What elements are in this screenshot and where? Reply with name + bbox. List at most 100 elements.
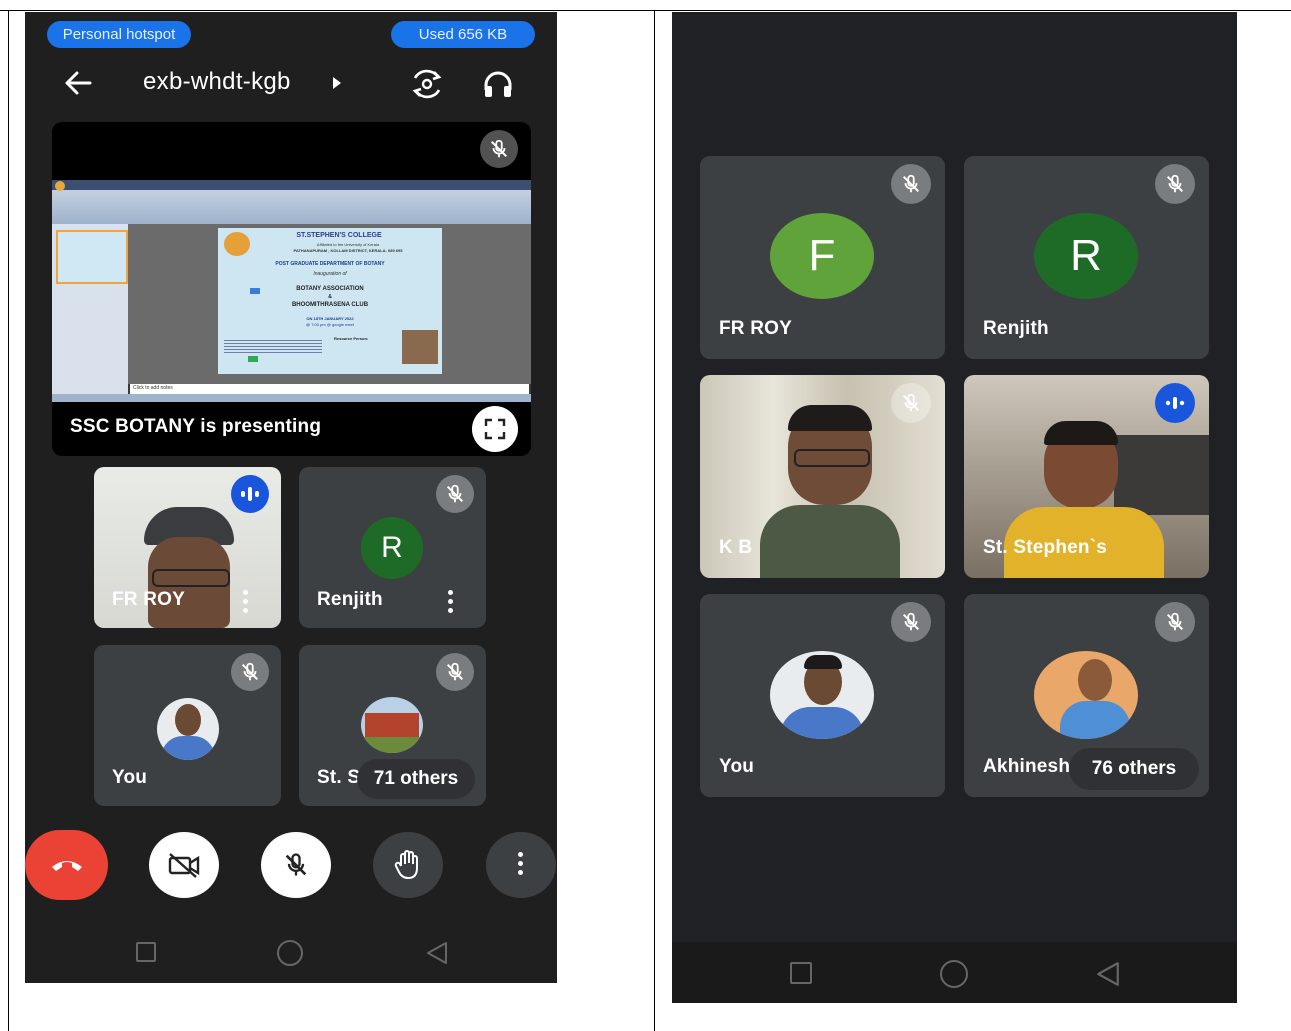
avatar-shirt [161,736,215,760]
switch-camera-icon[interactable] [410,68,444,100]
more-vert-icon[interactable] [448,590,454,617]
slide: ST.STEPHEN'S COLLEGE Affiliated to the U… [218,228,442,374]
nav-back-icon[interactable] [425,941,449,965]
glasses-shape [794,449,870,467]
notes-pane: Click to add notes [130,384,529,394]
play-triangle-icon[interactable] [332,76,342,90]
nav-square-icon[interactable] [790,962,812,984]
others-count-button[interactable]: 76 others [1069,748,1199,790]
glasses-shape [152,569,230,587]
participant-tile-st-stephens[interactable]: St. Stephen's 71 others [299,645,486,806]
mic-off-icon [891,383,931,423]
camera-toggle-button[interactable] [149,832,219,898]
mic-off-icon [891,164,931,204]
participant-tile-fr-roy[interactable]: F FR ROY [700,156,945,359]
slide-affiliation: Affiliated to the University of Kerala [316,242,380,247]
kb-video [760,405,900,578]
video-off-icon [168,853,200,878]
mic-off-icon [231,653,269,691]
ribbon-tabs [52,180,531,190]
avatar-hair [804,655,842,669]
slide-thumbnail [56,230,128,284]
more-vert-icon[interactable] [243,590,249,617]
avatar: R [361,517,423,579]
mic-off-icon [1155,164,1195,204]
fullscreen-button[interactable] [472,406,518,452]
office-button [55,181,65,191]
more-vert-icon [518,851,524,879]
back-arrow-icon[interactable] [63,70,93,96]
presentation-tile[interactable]: ST.STEPHEN'S COLLEGE Affiliated to the U… [52,122,531,456]
nav-square-icon[interactable] [136,942,156,962]
left-phone-screen: Personal hotspot Used 656 KB exb-whdt-kg… [25,12,557,983]
hair-shape [788,405,872,431]
end-call-button[interactable] [25,830,108,900]
participant-tile-kb[interactable]: K B [700,375,945,578]
participant-name: FR ROY [112,589,185,610]
raise-hand-button[interactable] [373,832,443,898]
participant-name: Akhinesh [983,756,1071,777]
end-call-icon [51,861,82,871]
participant-name: FR ROY [719,318,792,339]
participant-tile-renjith[interactable]: R Renjith [964,156,1209,359]
slide-club: BHOOMITHRASENA CLUB [291,302,369,308]
slide-address: PATHANAPURAM , KOLLAM DISTRICT, KERALA- … [293,248,403,253]
participant-name: You [719,756,755,777]
slide-date: ON 18TH JANUARY 2022 [306,316,354,321]
presenting-label: SSC BOTANY is presenting [70,416,322,437]
raise-hand-icon [394,850,418,879]
slide-inauguration: Inauguration of [313,271,347,277]
avatar: R [1034,213,1138,299]
speaking-indicator-icon [1155,383,1195,423]
mic-off-icon [436,653,474,691]
participant-tile-st-stephens[interactable]: St. Stephen`s [964,375,1209,578]
avatar-shirt [1060,701,1130,739]
avatar [157,698,219,760]
avatar [770,651,874,739]
slide-time: @ 7:00 pm @ google meet [306,322,354,327]
hair-shape [1044,421,1118,445]
more-options-button[interactable] [486,832,556,898]
nav-circle-icon[interactable] [277,940,303,966]
nav-back-icon[interactable] [1095,961,1121,987]
nav-circle-icon[interactable] [940,960,968,988]
participant-name: K B [719,537,753,558]
frame-divider [654,10,655,1031]
mic-toggle-button[interactable] [261,832,331,898]
avatar-head [1078,659,1112,701]
hotspot-pill[interactable]: Personal hotspot [47,21,191,48]
mic-off-icon [1155,602,1195,642]
meeting-code[interactable]: exb-whdt-kgb [143,68,291,96]
participant-tile-you[interactable]: You [700,594,945,797]
others-count-button[interactable]: 71 others [357,759,475,799]
fullscreen-icon [484,418,506,440]
participant-tile-fr-roy[interactable]: FR ROY [94,467,281,628]
participant-name: Renjith [983,318,1049,339]
mic-off-icon [891,602,931,642]
resource-photo [402,330,438,364]
data-used-label: Used 656 KB [418,26,508,43]
participant-tile-you[interactable]: You [94,645,281,806]
slide-department: POST GRADUATE DEPARTMENT OF BOTANY [275,261,385,267]
mic-off-icon [480,130,518,168]
avatar-head [175,704,201,736]
speaking-indicator-icon [231,475,269,513]
frame-border-left [8,10,9,1031]
hotspot-label: Personal hotspot [62,26,176,43]
shared-screen: ST.STEPHEN'S COLLEGE Affiliated to the U… [52,180,531,402]
participant-tile-renjith[interactable]: R Renjith [299,467,486,628]
slide-amp: & [328,294,332,300]
slide-topic-block [224,338,322,354]
mic-off-icon [436,475,474,513]
mic-off-icon [285,853,307,876]
slide-resource: Resource Person: [334,336,369,341]
participant-name: Renjith [317,589,383,610]
avatar-shirt [780,707,864,739]
right-phone-screen: F FR ROY R Renjith K B St. Stephen`s You… [672,12,1237,1003]
google-meet-logo [248,356,258,362]
headphones-icon[interactable] [483,70,513,98]
avatar: F [770,213,874,299]
participant-name: You [112,767,148,788]
frame-border-top [0,10,1291,11]
participant-tile-akhinesh[interactable]: Akhinesh 76 others [964,594,1209,797]
